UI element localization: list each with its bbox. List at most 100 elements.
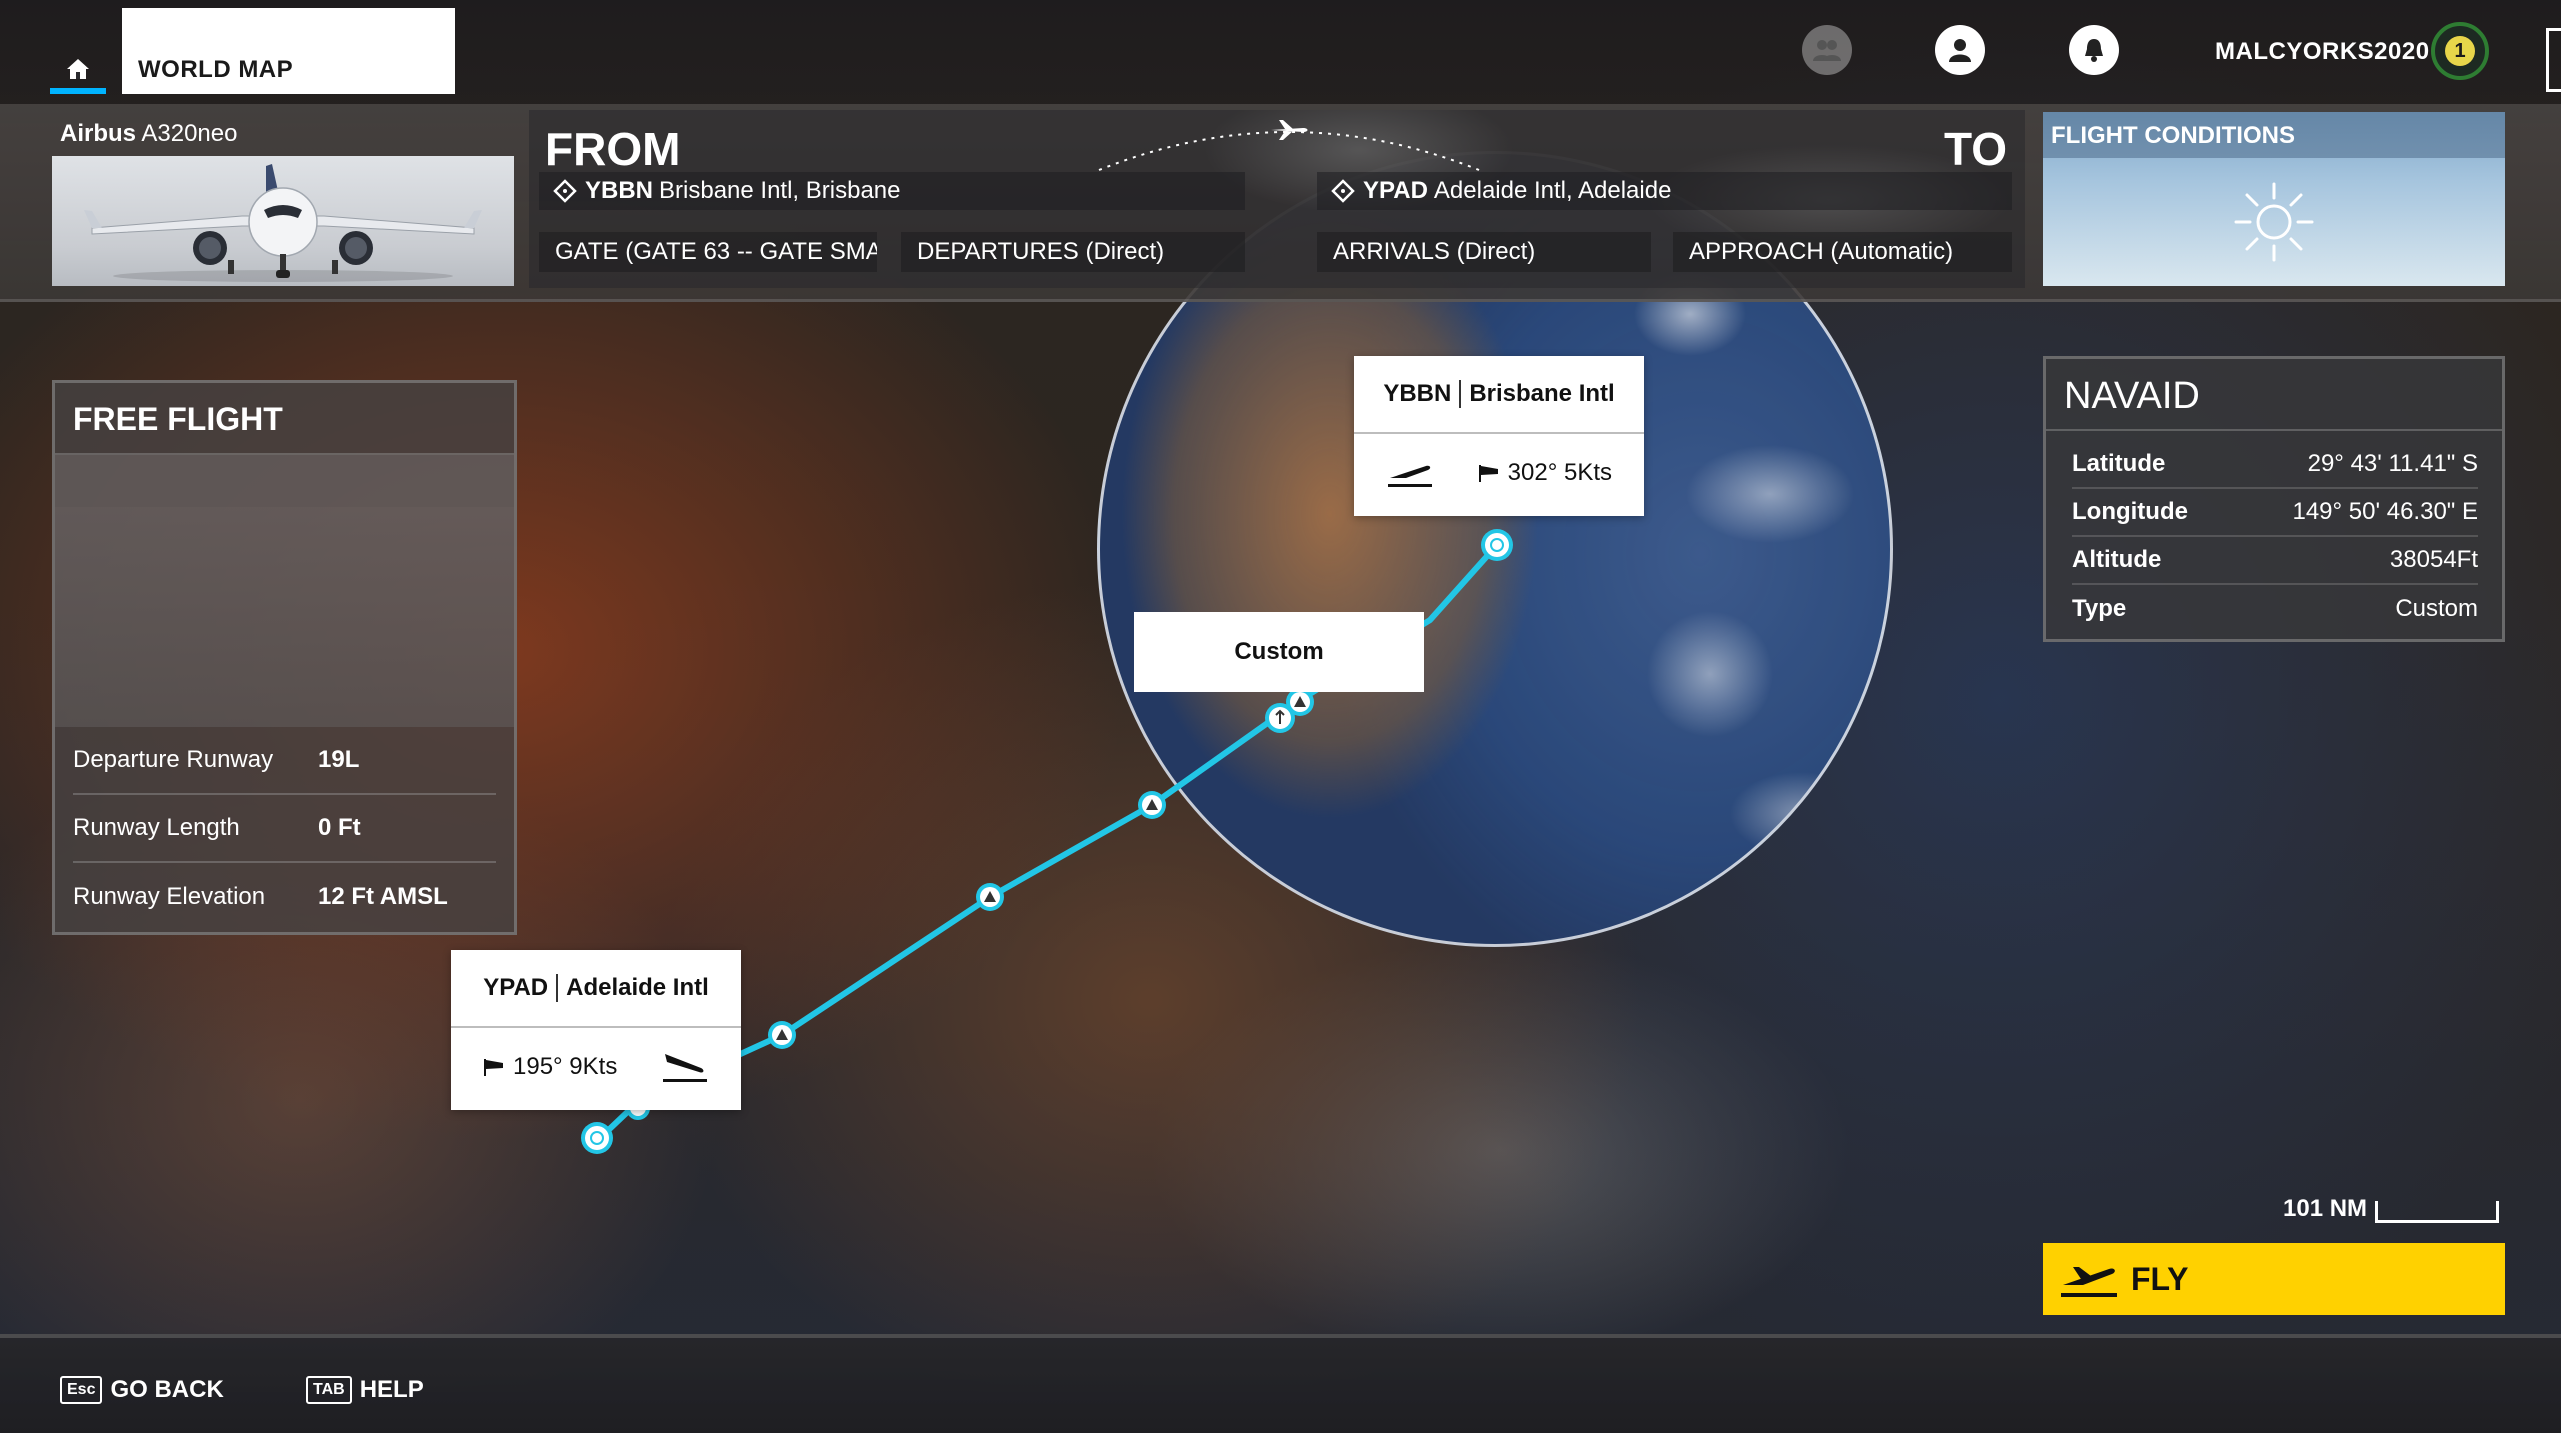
- info-value: 12 Ft AMSL: [318, 883, 448, 910]
- callout-body: 302° 5Kts: [1354, 434, 1644, 512]
- navaid-label: Longitude: [2072, 498, 2188, 525]
- waypoint-marker[interactable]: [1138, 791, 1166, 819]
- navaid-value: 38054Ft: [2389, 546, 2478, 573]
- esc-key-icon: Esc: [60, 1376, 103, 1404]
- arrival-airport-field[interactable]: YPAD Adelaide Intl, Adelaide: [1317, 172, 2012, 210]
- info-row: Departure Runway 19L: [73, 727, 496, 795]
- from-label: FROM: [545, 123, 681, 175]
- destination-airport-marker[interactable]: [581, 1122, 613, 1154]
- callout-icao: YBBN: [1383, 380, 1462, 408]
- help-button[interactable]: TAB HELP: [306, 1376, 424, 1404]
- aircraft-model: A320neo: [141, 120, 238, 147]
- landing-icon: [663, 1054, 707, 1082]
- navaid-label: Type: [2072, 595, 2127, 622]
- approach-selector[interactable]: APPROACH (Automatic): [1673, 232, 2012, 272]
- profile-button[interactable]: [1935, 25, 1985, 75]
- callout-wind: 195° 9Kts: [513, 1053, 618, 1080]
- aircraft-make: Airbus: [60, 120, 137, 147]
- info-row: Runway Length 0 Ft: [73, 795, 496, 863]
- custom-waypoint-label[interactable]: Custom: [1134, 612, 1424, 692]
- free-flight-title: FREE FLIGHT: [55, 383, 514, 455]
- info-value: 0 Ft: [318, 814, 361, 841]
- callout-header: YPAD Adelaide Intl: [451, 950, 741, 1028]
- navaid-row: Longitude 149° 50' 46.30" E: [2072, 489, 2478, 537]
- departure-airport-field[interactable]: YBBN Brisbane Intl, Brisbane: [539, 172, 1245, 210]
- custom-waypoint-marker[interactable]: [1265, 703, 1295, 733]
- route-panel: FROM TO YBBN Brisbane Intl, Brisbane YPA…: [529, 110, 2025, 288]
- info-label: Runway Length: [73, 814, 240, 841]
- navaid-label: Latitude: [2072, 450, 2166, 477]
- flight-conditions-title: FLIGHT CONDITIONS: [2043, 112, 2505, 158]
- arrival-name: Adelaide Intl, Adelaide: [1433, 177, 1672, 204]
- origin-airport-marker[interactable]: [1481, 529, 1513, 561]
- level-number: 1: [2445, 36, 2475, 66]
- route-arc: [1098, 120, 1480, 171]
- aircraft-thumbnail[interactable]: [52, 156, 514, 286]
- takeoff-icon: [1388, 465, 1432, 487]
- arrivals-selector[interactable]: ARRIVALS (Direct): [1317, 232, 1651, 272]
- navaid-label: Altitude: [2072, 546, 2162, 573]
- to-label: TO: [1943, 123, 2007, 175]
- home-button[interactable]: [50, 50, 106, 94]
- bell-icon: [2085, 39, 2103, 62]
- user-icon: [1949, 39, 1971, 62]
- callout-wind: 302° 5Kts: [1507, 459, 1612, 486]
- tab-key-icon: TAB: [306, 1376, 352, 1404]
- departure-icao: YBBN: [585, 177, 654, 204]
- destination-callout[interactable]: YPAD Adelaide Intl 195° 9Kts: [451, 950, 741, 1110]
- go-back-button[interactable]: Esc GO BACK: [60, 1376, 224, 1404]
- help-label: HELP: [359, 1376, 424, 1403]
- navaid-value: Custom: [2395, 595, 2478, 622]
- navaid-row: Type Custom: [2072, 585, 2478, 633]
- info-value: 19L: [318, 746, 360, 773]
- multiplayer-icon: [1813, 40, 1841, 61]
- info-row: Runway Elevation 12 Ft AMSL: [73, 863, 496, 931]
- map-scale: 101 NM: [2283, 1195, 2500, 1223]
- navaid-value: 29° 43' 11.41" S: [2307, 450, 2478, 477]
- map-scale-label: 101 NM: [2283, 1195, 2368, 1222]
- navaid-value: 149° 50' 46.30" E: [2292, 498, 2478, 525]
- info-label: Departure Runway: [73, 746, 274, 773]
- windsock-icon: [1478, 465, 1498, 482]
- free-flight-panel: FREE FLIGHT Departure Runway 19L Runway …: [52, 380, 517, 935]
- fly-button[interactable]: FLY: [2043, 1243, 2505, 1315]
- navaid-panel: NAVAID Latitude 29° 43' 11.41" S Longitu…: [2043, 356, 2505, 642]
- airport-pin-icon: [1331, 179, 1355, 203]
- aircraft-name[interactable]: Airbus A320neo: [60, 120, 237, 148]
- airplane-image: [84, 164, 482, 282]
- departure-name: Brisbane Intl, Brisbane: [659, 177, 901, 204]
- free-flight-image: [55, 507, 514, 727]
- info-label: Runway Elevation: [73, 883, 266, 910]
- waypoint-marker[interactable]: [768, 1021, 796, 1049]
- callout-airport-name: Brisbane Intl: [1469, 380, 1615, 407]
- departures-selector[interactable]: DEPARTURES (Direct): [901, 232, 1245, 272]
- navaid-title: NAVAID: [2046, 359, 2502, 431]
- map-scale-bar: [2375, 1201, 2500, 1223]
- notifications-button[interactable]: [2069, 25, 2119, 75]
- level-badge[interactable]: 1: [2431, 22, 2489, 80]
- airport-pin-icon: [553, 179, 577, 203]
- fly-label: FLY: [2131, 1260, 2189, 1297]
- side-panel-tab[interactable]: [2546, 28, 2561, 92]
- arrival-icao: YPAD: [1363, 177, 1428, 204]
- callout-body: 195° 9Kts: [451, 1028, 741, 1106]
- airplane-icon: [1271, 120, 1308, 140]
- windsock-icon: [484, 1059, 503, 1076]
- callout-header: YBBN Brisbane Intl: [1354, 356, 1644, 434]
- waypoint-marker[interactable]: [976, 883, 1004, 911]
- flight-conditions-panel[interactable]: FLIGHT CONDITIONS: [2043, 112, 2505, 286]
- callout-airport-name: Adelaide Intl: [566, 974, 709, 1001]
- top-bar: WORLD MAP MALCYORKS2020 1: [0, 0, 2561, 104]
- origin-callout[interactable]: YBBN Brisbane Intl 302° 5Kts: [1354, 356, 1644, 516]
- callout-icao: YPAD: [483, 974, 559, 1002]
- sun-icon: [2234, 182, 2314, 262]
- gate-selector[interactable]: GATE (GATE 63 -- GATE SMALL): [539, 232, 877, 272]
- home-icon: [67, 59, 89, 79]
- free-flight-subheader: [55, 455, 514, 507]
- navaid-row: Altitude 38054Ft: [2072, 537, 2478, 585]
- bottom-bar: Esc GO BACK TAB HELP: [0, 1334, 2561, 1433]
- username[interactable]: MALCYORKS2020: [2215, 38, 2430, 66]
- navaid-row: Latitude 29° 43' 11.41" S: [2072, 441, 2478, 489]
- multiplayer-button[interactable]: [1802, 25, 1852, 75]
- tab-world-map[interactable]: WORLD MAP: [122, 8, 455, 94]
